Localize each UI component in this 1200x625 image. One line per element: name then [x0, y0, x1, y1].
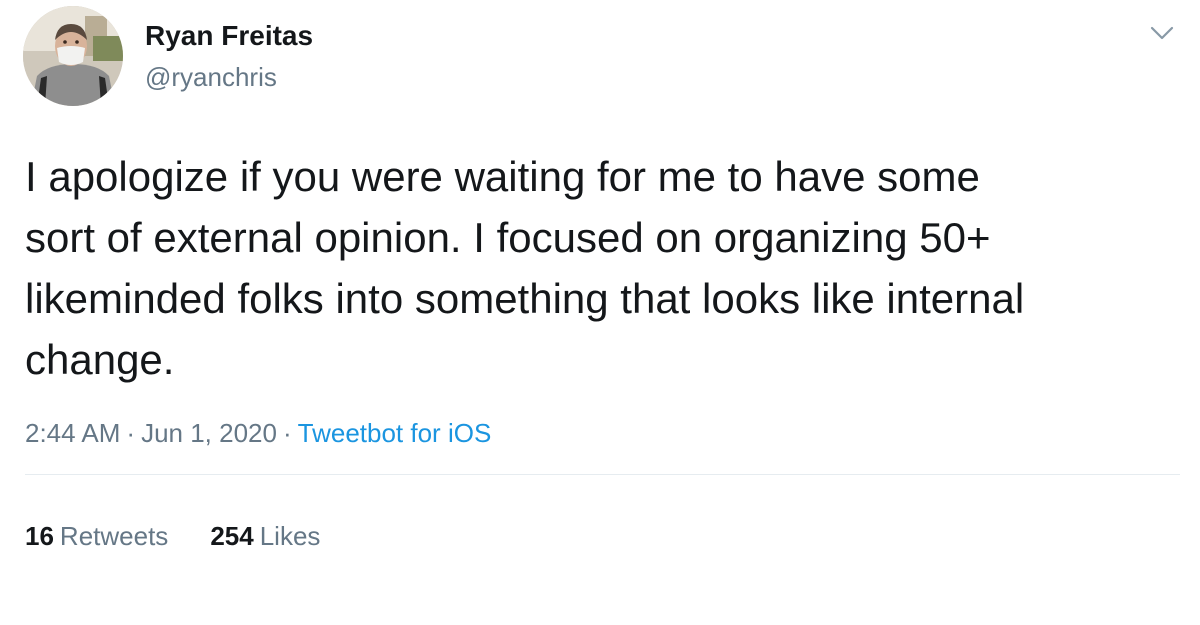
meta-separator: ·	[126, 418, 136, 448]
likes-label: Likes	[259, 521, 321, 551]
author-handle[interactable]: @ryanchris	[145, 62, 277, 93]
retweets-stat[interactable]: 16 Retweets	[25, 521, 168, 552]
tweet-date[interactable]: Jun 1, 2020	[141, 418, 277, 449]
chevron-down-icon[interactable]	[1148, 20, 1176, 44]
author-avatar[interactable]	[23, 6, 123, 106]
meta-separator: ·	[282, 418, 292, 448]
likes-count: 254	[210, 521, 254, 551]
likes-stat[interactable]: 254 Likes	[210, 521, 320, 552]
tweet-text: I apologize if you were waiting for me t…	[25, 153, 1025, 383]
tweet-time[interactable]: 2:44 AM	[25, 418, 120, 449]
retweets-count: 16	[25, 521, 54, 551]
tweet-meta: 2:44 AM · Jun 1, 2020 · Tweetbot for iOS	[25, 418, 491, 449]
avatar-photo	[23, 6, 123, 106]
tweet-stats: 16 Retweets 254 Likes	[25, 521, 362, 552]
divider	[25, 474, 1180, 475]
author-name[interactable]: Ryan Freitas	[145, 20, 313, 52]
tweet-source-link[interactable]: Tweetbot for iOS	[298, 418, 492, 449]
tweet-card: Ryan Freitas @ryanchris I apologize if y…	[0, 0, 1200, 625]
retweets-label: Retweets	[59, 521, 169, 551]
